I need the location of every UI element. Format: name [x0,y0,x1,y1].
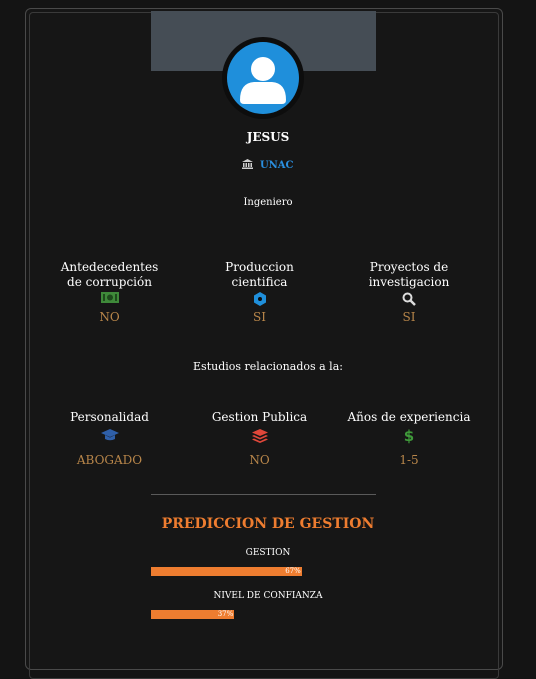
institution-label[interactable]: UNAC [260,160,294,171]
indicator-value: SI [253,310,266,324]
dollar-icon: $ [403,427,415,445]
graduation-cap-icon [52,429,167,445]
user-icon [240,57,286,104]
progress-percent: 67% [285,567,301,575]
study-experience: Años de experiencia $ 1-5 [344,410,474,467]
indicator-value: NO [99,310,120,324]
study-public-management: Gestion Publica NO [197,410,322,467]
progress-fill: 37% [151,610,235,619]
prediction-title: PREDICCION DE GESTION [161,516,375,532]
studies-heading: Estudios relacionados a la: [193,360,343,373]
study-value: ABOGADO [76,453,143,467]
study-label: Personalidad [70,410,149,424]
indicator-label: Antedecedentes de corrupción [60,260,159,289]
study-value: NO [249,453,270,467]
indicator-label: Proyectos de investigacion [368,260,450,289]
study-label: Años de experiencia [347,410,471,424]
indicator-label: Produccion cientifica [225,260,294,289]
bar-label-confidence: NIVEL DE CONFIANZA [213,591,323,601]
progress-bar-gestion: 67% [151,567,376,576]
institution[interactable]: UNAC [0,159,536,171]
study-label: Gestion Publica [211,410,308,424]
atom-icon [197,292,322,308]
indicator-value: SI [402,310,416,324]
indicator-research: Proyectos de investigacion SI [334,260,484,324]
indicator-scientific: Produccion cientifica SI [197,260,322,324]
bank-icon [242,159,256,171]
progress-bar-confidence: 37% [151,610,376,619]
indicator-corruption: Antedecedentes de corrupción NO [52,260,167,324]
study-value: 1-5 [399,453,419,467]
bar-label-gestion: GESTION [245,548,291,558]
profile-role: Ingeniero [243,197,293,208]
profile-name: JESUS [246,130,290,144]
progress-percent: 37% [217,610,234,618]
divider [151,494,376,495]
money-icon [52,292,167,308]
study-personality: Personalidad ABOGADO [52,410,167,467]
search-icon [334,292,484,308]
progress-fill: 67% [151,567,302,576]
avatar [227,42,299,114]
layers-icon [197,429,322,445]
